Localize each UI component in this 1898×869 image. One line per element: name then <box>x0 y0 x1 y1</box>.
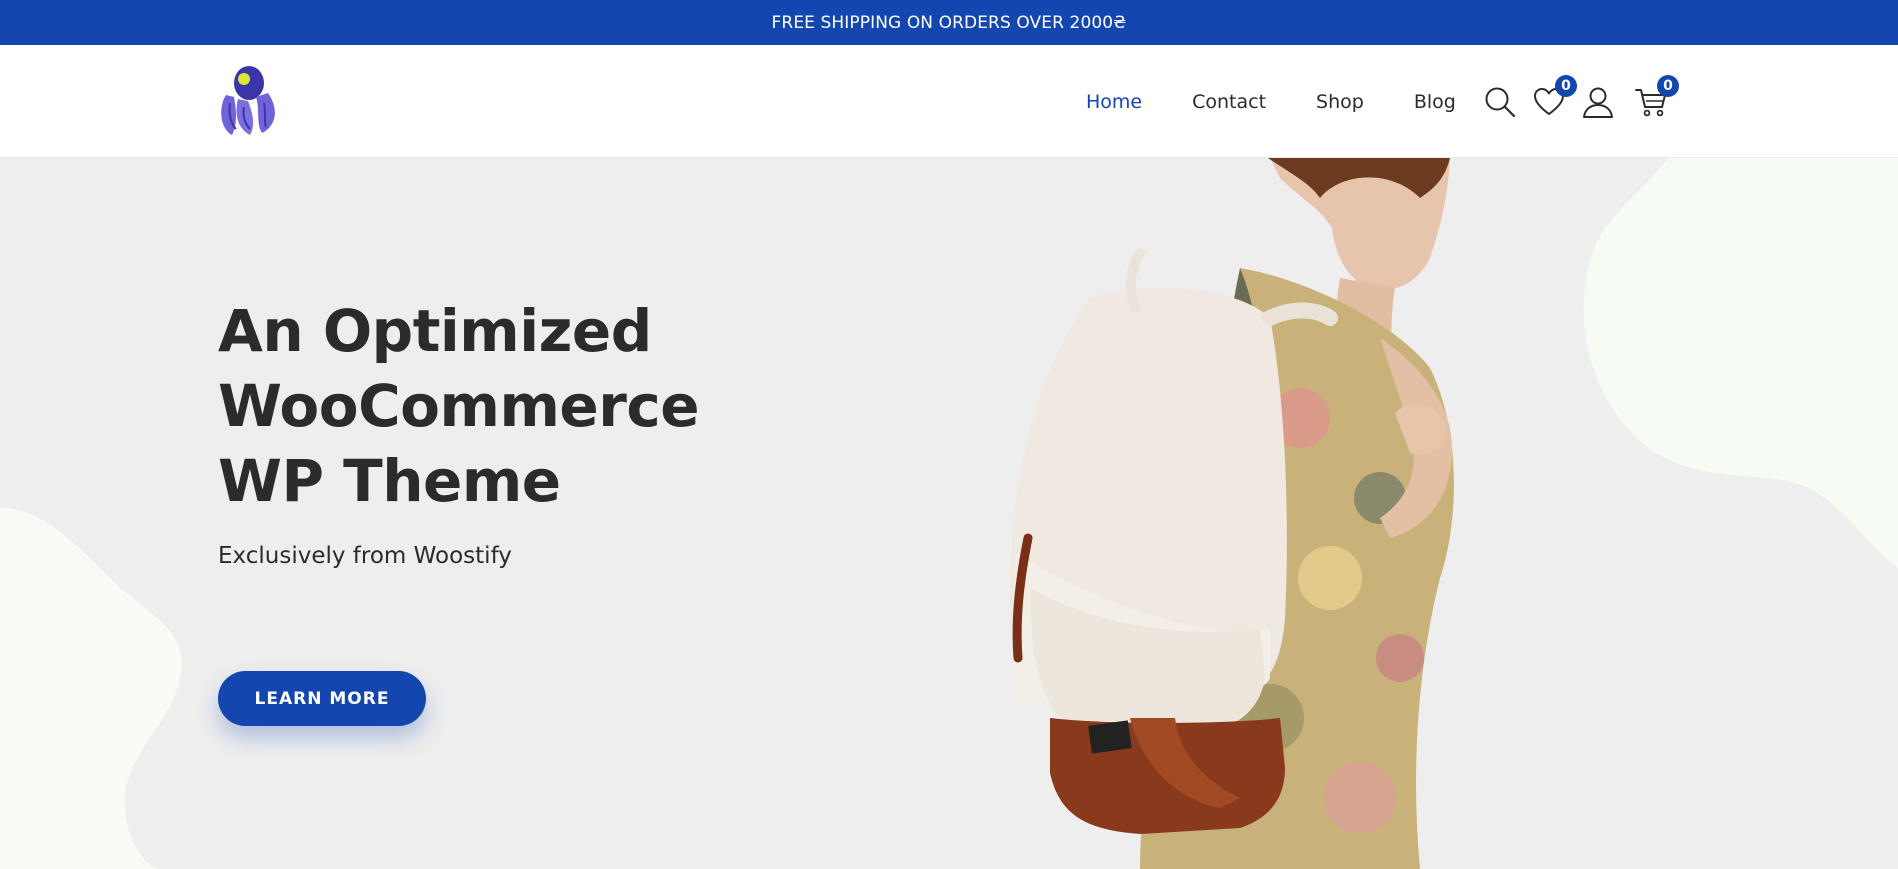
nav-shop[interactable]: Shop <box>1316 91 1364 113</box>
wishlist-count-badge: 0 <box>1555 74 1577 97</box>
hero-model-image <box>1010 158 1454 869</box>
wishlist-button[interactable]: 0 <box>1531 74 1577 120</box>
site-logo[interactable] <box>216 63 282 139</box>
cart-button[interactable]: 0 <box>1633 74 1679 120</box>
site-header: Home Contact Shop Blog 0 0 <box>0 45 1898 158</box>
account-button[interactable] <box>1580 84 1616 120</box>
primary-nav: Home Contact Shop Blog <box>1086 45 1506 158</box>
hero-title-line-1: An Optimized <box>218 297 652 365</box>
header-actions: 0 0 <box>1482 45 1682 158</box>
nav-home[interactable]: Home <box>1086 91 1142 113</box>
woostify-logo-icon <box>221 66 275 135</box>
announcement-bar: FREE SHIPPING ON ORDERS OVER 2000₴ <box>0 0 1898 45</box>
user-icon <box>1583 87 1613 118</box>
decorative-blob-right <box>1583 158 1898 568</box>
search-button[interactable] <box>1482 84 1518 120</box>
announcement-text: FREE SHIPPING ON ORDERS OVER 2000₴ <box>771 12 1127 33</box>
cart-count-badge: 0 <box>1657 74 1679 97</box>
search-icon <box>1485 87 1516 117</box>
hero-subtitle: Exclusively from Woostify <box>218 543 512 569</box>
hero-banner: An Optimized WooCommerce WP Theme Exclus… <box>0 158 1898 869</box>
learn-more-button[interactable]: LEARN MORE <box>218 671 426 726</box>
hero-title-line-3: WP Theme <box>218 447 561 515</box>
hero-title: An Optimized WooCommerce WP Theme <box>218 294 818 519</box>
hero-title-line-2: WooCommerce <box>218 372 700 440</box>
nav-blog[interactable]: Blog <box>1414 91 1456 113</box>
nav-contact[interactable]: Contact <box>1192 91 1266 113</box>
